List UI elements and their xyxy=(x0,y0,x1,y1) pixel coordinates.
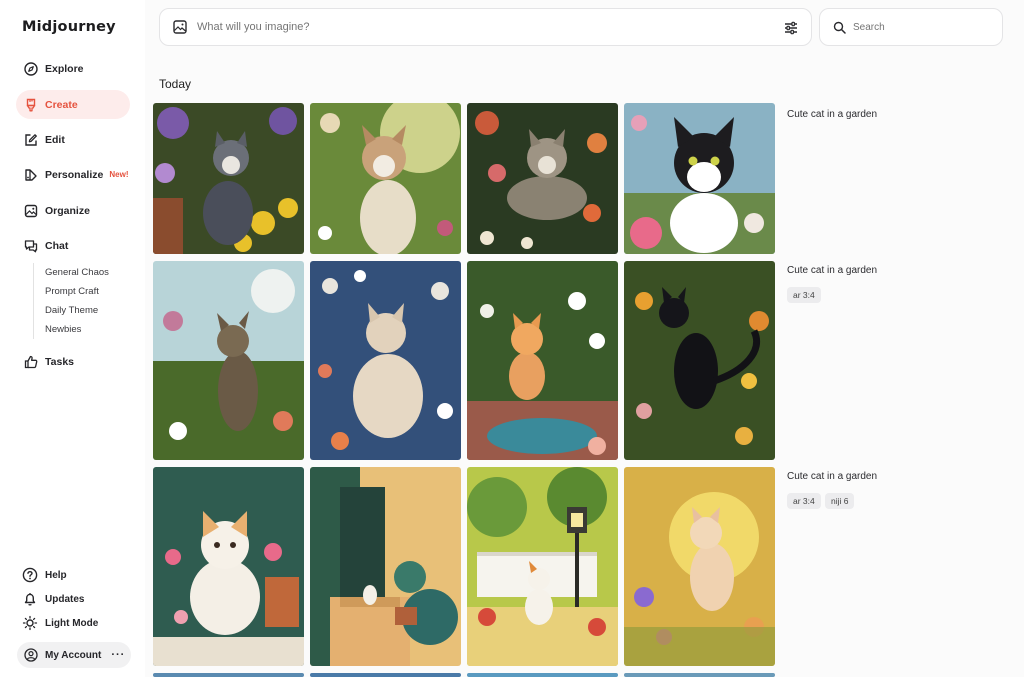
nav-organize[interactable]: Organize xyxy=(16,196,130,225)
help-icon xyxy=(22,567,38,583)
help-label: Help xyxy=(45,569,67,581)
generated-image[interactable] xyxy=(624,261,775,460)
nav-tasks[interactable]: Tasks xyxy=(16,347,130,376)
new-badge: New! xyxy=(109,170,129,179)
generated-image[interactable] xyxy=(467,103,618,254)
updates-label: Updates xyxy=(45,593,85,605)
prompt-text[interactable]: Cute cat in a garden xyxy=(787,265,877,276)
nav-organize-label: Organize xyxy=(45,204,90,217)
nav-chat[interactable]: Chat xyxy=(16,231,130,260)
prompt-input[interactable] xyxy=(197,21,757,33)
chat-channel-list: General Chaos Prompt Craft Daily Theme N… xyxy=(33,263,133,339)
generated-image[interactable] xyxy=(310,261,461,460)
updates-link[interactable]: Updates xyxy=(22,589,84,609)
prompt-bar xyxy=(159,8,812,46)
chat-channel-prompt-craft[interactable]: Prompt Craft xyxy=(34,282,133,301)
generated-image[interactable] xyxy=(624,103,775,254)
help-link[interactable]: Help xyxy=(22,565,67,585)
nav-personalize-label: Personalize xyxy=(45,168,104,181)
account-button[interactable]: My Account ··· xyxy=(17,642,131,668)
sidebar: Midjourney Explore Create Edit Personali… xyxy=(0,0,145,677)
sun-icon xyxy=(22,615,38,631)
search-input[interactable] xyxy=(853,21,983,33)
param-tag[interactable]: ar 3:4 xyxy=(787,287,821,303)
edit-icon xyxy=(24,133,38,147)
generated-image[interactable] xyxy=(467,261,618,460)
generated-image[interactable] xyxy=(310,673,461,677)
nav-explore-label: Explore xyxy=(45,62,84,75)
sliders-icon[interactable] xyxy=(783,20,799,36)
light-mode-label: Light Mode xyxy=(45,617,99,629)
generated-image[interactable] xyxy=(153,467,304,666)
more-icon[interactable]: ··· xyxy=(111,649,125,661)
prompt-text[interactable]: Cute cat in a garden xyxy=(787,109,877,120)
nav-personalize[interactable]: Personalize New! xyxy=(16,160,130,189)
generated-image[interactable] xyxy=(624,673,775,677)
generated-image[interactable] xyxy=(153,103,304,254)
param-tag[interactable]: niji 6 xyxy=(825,493,855,509)
nav-create[interactable]: Create xyxy=(16,90,130,119)
chat-channel-newbies[interactable]: Newbies xyxy=(34,320,133,339)
nav-explore[interactable]: Explore xyxy=(16,54,130,83)
palette-icon xyxy=(24,168,38,182)
account-label: My Account xyxy=(45,649,102,661)
app-logo[interactable]: Midjourney xyxy=(22,19,116,35)
generated-image[interactable] xyxy=(467,673,618,677)
chat-channel-general-chaos[interactable]: General Chaos xyxy=(34,263,133,282)
nav-edit[interactable]: Edit xyxy=(16,125,130,154)
generated-image[interactable] xyxy=(310,103,461,254)
thumbs-up-icon xyxy=(24,355,38,369)
generated-image[interactable] xyxy=(624,467,775,666)
generated-image[interactable] xyxy=(153,261,304,460)
brush-icon xyxy=(24,98,38,112)
nav-edit-label: Edit xyxy=(45,133,65,146)
compass-icon xyxy=(24,61,38,76)
nav-tasks-label: Tasks xyxy=(45,355,74,368)
bell-icon xyxy=(22,591,38,607)
section-title-today: Today xyxy=(159,77,192,91)
prompt-text[interactable]: Cute cat in a garden xyxy=(787,471,877,482)
nav-create-label: Create xyxy=(45,98,78,111)
chat-icon xyxy=(24,239,38,253)
user-icon xyxy=(24,648,38,662)
param-tag[interactable]: ar 3:4 xyxy=(787,493,821,509)
search-bar xyxy=(819,8,1003,46)
chat-channel-daily-theme[interactable]: Daily Theme xyxy=(34,301,133,320)
generated-image[interactable] xyxy=(310,467,461,666)
generated-image[interactable] xyxy=(467,467,618,666)
generated-image[interactable] xyxy=(153,673,304,677)
light-mode-toggle[interactable]: Light Mode xyxy=(22,613,98,633)
nav-chat-label: Chat xyxy=(45,239,69,252)
search-icon xyxy=(833,21,846,34)
image-upload-icon[interactable] xyxy=(172,19,188,35)
image-icon xyxy=(24,204,38,218)
